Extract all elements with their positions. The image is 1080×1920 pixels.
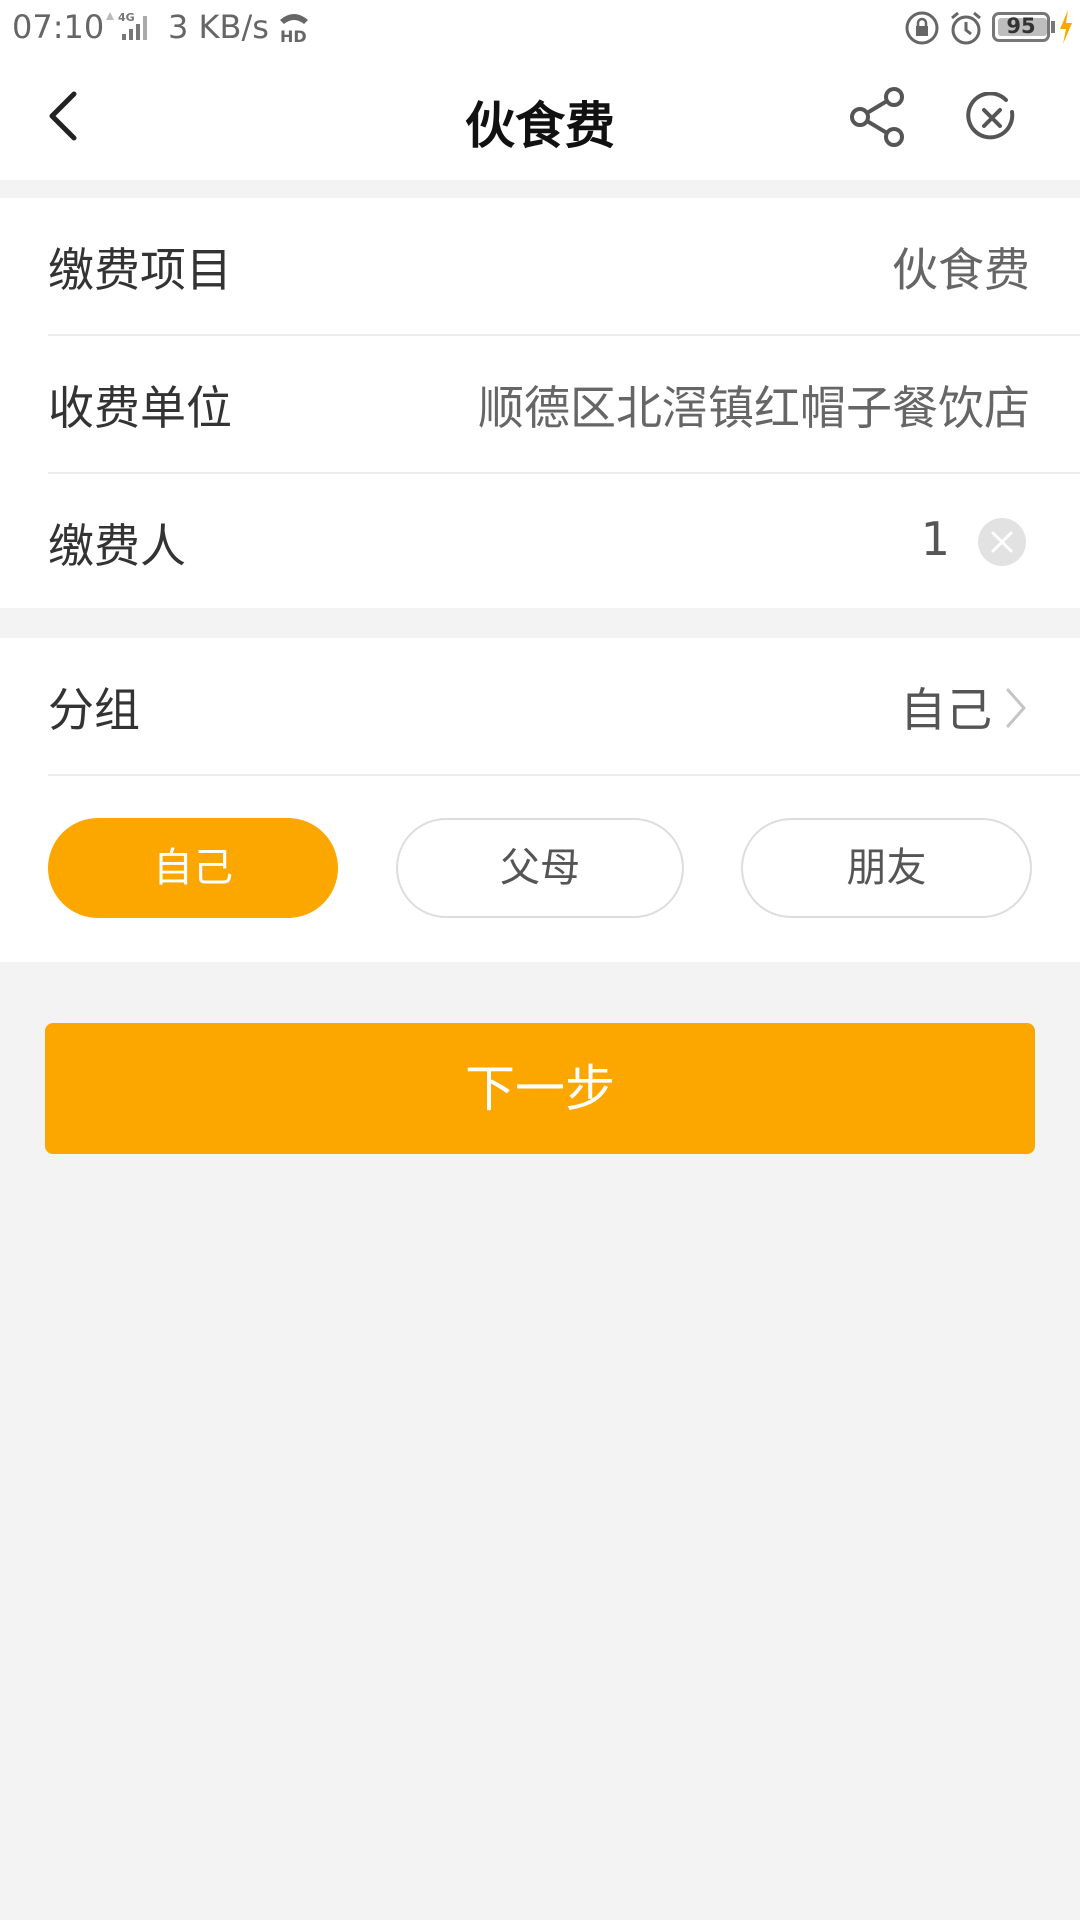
hd-call-icon: HD bbox=[280, 14, 308, 46]
signal-icon: 4G bbox=[106, 11, 147, 40]
alarm-icon bbox=[951, 11, 981, 45]
payer-row: 缴费人 bbox=[48, 474, 1080, 612]
next-step-button[interactable]: 下一步 bbox=[45, 1023, 1035, 1154]
svg-text:HD: HD bbox=[280, 27, 307, 46]
group-option-parents[interactable]: 父母 bbox=[396, 818, 684, 918]
payment-item-value: 伙食费 bbox=[892, 243, 1030, 297]
network-type-label: 4G bbox=[118, 11, 135, 24]
payment-item-row: 缴费项目 伙食费 bbox=[48, 198, 1080, 336]
network-speed: 3 KB/s bbox=[168, 8, 269, 46]
status-bar: 07:10 4G 3 KB/s HD 95 bbox=[0, 0, 1080, 56]
clear-icon[interactable] bbox=[978, 518, 1026, 566]
group-row[interactable]: 分组 自己 bbox=[48, 638, 1080, 776]
charging-icon bbox=[1060, 10, 1072, 44]
battery-percent: 95 bbox=[1006, 14, 1036, 38]
status-time: 07:10 bbox=[12, 8, 105, 46]
close-circle-icon[interactable] bbox=[966, 92, 1018, 144]
group-option-friends[interactable]: 朋友 bbox=[741, 818, 1032, 918]
payee-label: 收费单位 bbox=[48, 381, 232, 435]
page-title: 伙食费 bbox=[465, 97, 615, 155]
payee-row: 收费单位 顺德区北滘镇红帽子餐饮店 bbox=[48, 336, 1080, 474]
group-option-self[interactable]: 自己 bbox=[48, 818, 338, 918]
lock-rotation-icon bbox=[905, 11, 939, 45]
battery-icon: 95 bbox=[992, 12, 1050, 42]
payment-item-label: 缴费项目 bbox=[48, 243, 232, 297]
group-value: 自己 bbox=[900, 683, 992, 737]
group-options: 自己 父母 朋友 bbox=[0, 776, 1080, 960]
group-card: 分组 自己 自己 父母 朋友 bbox=[0, 638, 1080, 962]
share-icon[interactable] bbox=[848, 86, 908, 148]
payment-info-card: 缴费项目 伙食费 收费单位 顺德区北滘镇红帽子餐饮店 缴费人 bbox=[0, 198, 1080, 608]
payee-value: 顺德区北滘镇红帽子餐饮店 bbox=[478, 381, 1030, 435]
battery-tip bbox=[1051, 21, 1055, 33]
payer-label: 缴费人 bbox=[48, 519, 186, 573]
group-label: 分组 bbox=[48, 683, 140, 737]
nav-bar: 伙食费 bbox=[0, 56, 1080, 180]
payer-input[interactable] bbox=[650, 506, 950, 572]
chevron-right-icon bbox=[1006, 688, 1026, 728]
